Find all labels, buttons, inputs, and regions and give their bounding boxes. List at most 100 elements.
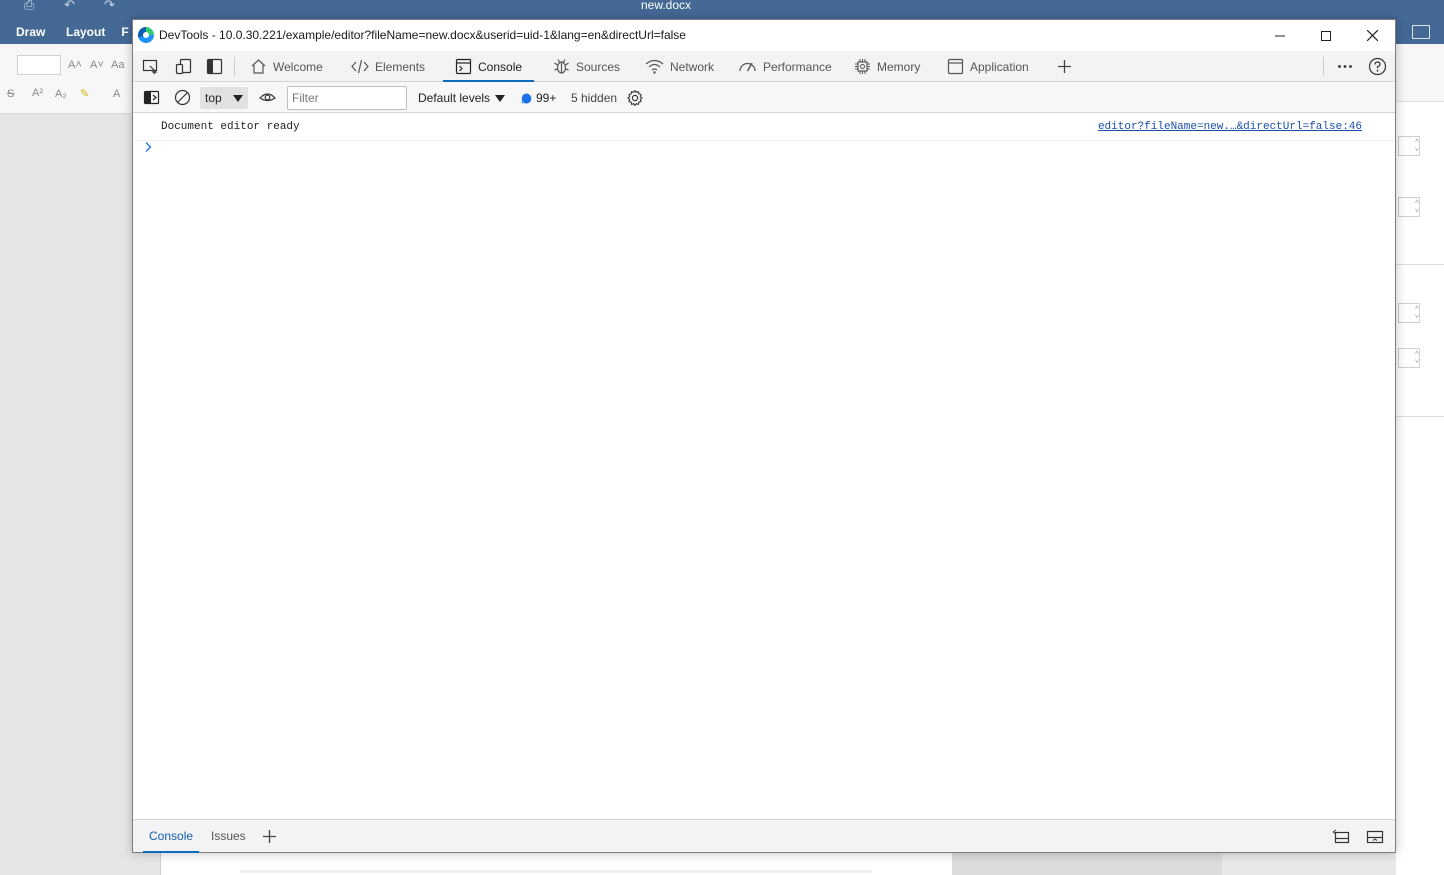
chevron-right-icon: [145, 142, 152, 152]
devtools-window-title: DevTools - 10.0.30.221/example/editor?fi…: [159, 28, 686, 42]
tab-application[interactable]: Application: [947, 51, 1029, 82]
code-icon: [351, 59, 369, 74]
minimize-button[interactable]: [1257, 20, 1303, 51]
right-panel-spinner[interactable]: ˄ ˅: [1398, 348, 1420, 368]
tab-application-label: Application: [970, 59, 1029, 74]
redo-icon[interactable]: ↷: [104, 0, 115, 13]
edge-logo-icon: [138, 27, 154, 43]
more-tools-button[interactable]: [1337, 51, 1353, 82]
toolbar-separator: [234, 57, 235, 76]
log-levels-select[interactable]: Default levels: [418, 87, 506, 109]
print-icon[interactable]: ⎙: [24, 0, 34, 13]
console-output[interactable]: Document editor ready editor?fileName=ne…: [133, 113, 1395, 819]
minimize-icon: [1275, 35, 1285, 36]
increase-font-icon[interactable]: A˄: [68, 59, 82, 71]
console-message: Document editor ready editor?fileName=ne…: [133, 113, 1395, 141]
tab-elements-label: Elements: [375, 59, 426, 74]
tab-network[interactable]: Network: [645, 51, 714, 82]
device-emulation-icon[interactable]: [175, 58, 192, 75]
close-drawer-icon[interactable]: [1366, 829, 1384, 845]
issues-count: 99+: [536, 91, 557, 105]
tab-console[interactable]: Console: [443, 51, 535, 82]
hidden-messages-count: 5 hidden: [571, 91, 618, 105]
inspect-element-icon[interactable]: [142, 58, 159, 75]
more-icon: [1338, 65, 1352, 68]
issues-counter[interactable]: 99+: [521, 87, 556, 109]
filter-input[interactable]: [287, 86, 407, 110]
editor-right-toolbar: [1396, 44, 1444, 102]
window-icon: [947, 58, 964, 75]
dock-side-icon[interactable]: [206, 58, 223, 75]
gauge-icon: [739, 62, 756, 72]
strikethrough-icon[interactable]: S: [7, 88, 14, 100]
chip-icon: [855, 59, 870, 74]
wifi-icon: [645, 59, 664, 74]
toolbar-separator: [1323, 57, 1324, 76]
ribbon-tab-draw[interactable]: Draw: [0, 22, 50, 44]
plus-icon[interactable]: [262, 829, 277, 844]
log-levels-label: Default levels: [418, 91, 491, 105]
page-text-line: [240, 870, 872, 873]
clear-console-icon[interactable]: [174, 89, 191, 106]
font-color-icon[interactable]: A: [113, 88, 120, 100]
open-location-icon[interactable]: [1412, 25, 1430, 39]
tab-performance[interactable]: Performance: [738, 51, 832, 82]
devtools-tabbar: Welcome Elements Console Sources Network…: [133, 51, 1395, 82]
help-button[interactable]: [1368, 51, 1387, 82]
undo-icon[interactable]: ↶: [64, 0, 75, 13]
devtools-titlebar[interactable]: DevTools - 10.0.30.221/example/editor?fi…: [133, 20, 1395, 51]
tab-console-label: Console: [478, 59, 523, 74]
help-icon: [1368, 57, 1387, 76]
tab-network-label: Network: [670, 59, 715, 74]
console-message-text: Document editor ready: [161, 121, 300, 133]
home-icon: [251, 59, 266, 74]
drawer-tab-issues[interactable]: Issues: [205, 820, 252, 853]
context-select-value: top: [205, 91, 222, 105]
live-expression-icon[interactable]: [259, 89, 276, 106]
font-size-select[interactable]: [17, 55, 61, 75]
console-message-source-link[interactable]: editor?fileName=new.…&directUrl=false:46: [1098, 121, 1362, 133]
right-panel-divider: [1396, 264, 1444, 265]
superscript-icon[interactable]: A²: [32, 87, 43, 99]
right-panel-spinner[interactable]: ˄ ˅: [1398, 303, 1420, 323]
show-sidebar-icon[interactable]: [143, 89, 160, 106]
tab-memory-label: Memory: [877, 59, 921, 74]
close-button[interactable]: [1349, 20, 1395, 51]
editor-margin-area: [952, 852, 1222, 875]
drawer-tabbar: Console Issues: [133, 819, 1395, 853]
editor-settings-panel: [1396, 102, 1444, 875]
right-panel-spinner[interactable]: ˄ ˅: [1398, 136, 1420, 156]
devtools-window: DevTools - 10.0.30.221/example/editor?fi…: [132, 19, 1396, 853]
right-panel-spinner[interactable]: ˄ ˅: [1398, 197, 1420, 217]
tab-elements[interactable]: Elements: [351, 51, 425, 82]
message-icon: [521, 93, 532, 103]
context-select[interactable]: top: [200, 87, 248, 109]
gear-icon[interactable]: [626, 89, 644, 107]
tab-welcome[interactable]: Welcome: [250, 51, 323, 82]
maximize-button[interactable]: [1303, 20, 1349, 51]
bug-icon: [554, 59, 569, 74]
caret-down-icon: [495, 94, 506, 102]
plus-icon: [1058, 60, 1071, 73]
tab-memory[interactable]: Memory: [854, 51, 920, 82]
decrease-font-icon[interactable]: A˅: [90, 59, 104, 71]
ribbon-tab-layout[interactable]: Layout: [50, 22, 105, 44]
drawer-tab-console[interactable]: Console: [143, 820, 200, 853]
tab-sources-label: Sources: [576, 59, 621, 74]
document-title: new.docx: [640, 0, 692, 12]
tab-sources[interactable]: Sources: [553, 51, 620, 82]
add-tool-button[interactable]: [1057, 51, 1072, 82]
tab-welcome-label: Welcome: [273, 59, 323, 74]
subscript-icon[interactable]: A₂: [55, 88, 67, 100]
maximize-icon: [1321, 30, 1331, 41]
tab-performance-label: Performance: [763, 59, 832, 74]
dock-drawer-icon[interactable]: [1332, 829, 1350, 845]
close-icon: [1366, 30, 1378, 41]
change-case-icon[interactable]: Aa: [111, 59, 124, 71]
console-icon: [455, 58, 472, 75]
highlight-icon[interactable]: ✎: [80, 87, 89, 100]
right-panel-divider: [1396, 416, 1444, 417]
console-toolbar: top Default levels 99+ 5 hidden: [133, 82, 1395, 113]
console-prompt[interactable]: [144, 141, 152, 157]
caret-down-icon: [233, 95, 243, 102]
